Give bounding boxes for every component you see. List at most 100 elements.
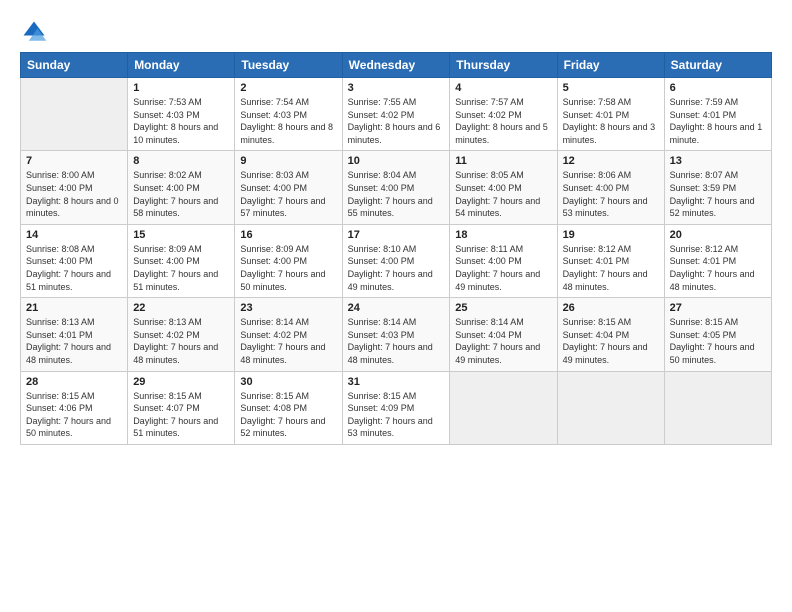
calendar-cell: 31 Sunrise: 8:15 AMSunset: 4:09 PMDayligh…	[342, 371, 450, 444]
calendar-cell	[557, 371, 664, 444]
cell-info: Sunrise: 7:58 AMSunset: 4:01 PMDaylight:…	[563, 96, 659, 146]
day-number: 24	[348, 302, 445, 314]
calendar-cell: 13 Sunrise: 8:07 AMSunset: 3:59 PMDayligh…	[664, 151, 771, 224]
calendar-table: SundayMondayTuesdayWednesdayThursdayFrid…	[20, 52, 772, 445]
cell-info: Sunrise: 8:11 AMSunset: 4:00 PMDaylight:…	[455, 243, 551, 293]
calendar-cell: 11 Sunrise: 8:05 AMSunset: 4:00 PMDayligh…	[450, 151, 557, 224]
calendar-cell: 2 Sunrise: 7:54 AMSunset: 4:03 PMDaylight…	[235, 78, 342, 151]
day-number: 16	[240, 229, 336, 241]
cell-info: Sunrise: 8:15 AMSunset: 4:04 PMDaylight:…	[563, 316, 659, 366]
logo-icon	[20, 18, 48, 46]
cell-info: Sunrise: 8:15 AMSunset: 4:06 PMDaylight:…	[26, 390, 122, 440]
day-number: 28	[26, 376, 122, 388]
week-row-5: 28 Sunrise: 8:15 AMSunset: 4:06 PMDayligh…	[21, 371, 772, 444]
calendar-cell: 18 Sunrise: 8:11 AMSunset: 4:00 PMDayligh…	[450, 224, 557, 297]
logo	[20, 18, 52, 46]
calendar-cell: 27 Sunrise: 8:15 AMSunset: 4:05 PMDayligh…	[664, 298, 771, 371]
day-number: 27	[670, 302, 766, 314]
calendar-cell: 30 Sunrise: 8:15 AMSunset: 4:08 PMDayligh…	[235, 371, 342, 444]
calendar-cell	[450, 371, 557, 444]
col-header-wednesday: Wednesday	[342, 53, 450, 78]
day-number: 11	[455, 155, 551, 167]
day-number: 13	[670, 155, 766, 167]
day-number: 15	[133, 229, 229, 241]
cell-info: Sunrise: 8:13 AMSunset: 4:02 PMDaylight:…	[133, 316, 229, 366]
calendar-cell: 9 Sunrise: 8:03 AMSunset: 4:00 PMDaylight…	[235, 151, 342, 224]
cell-info: Sunrise: 8:02 AMSunset: 4:00 PMDaylight:…	[133, 169, 229, 219]
calendar-cell	[664, 371, 771, 444]
cell-info: Sunrise: 7:54 AMSunset: 4:03 PMDaylight:…	[240, 96, 336, 146]
calendar-cell: 28 Sunrise: 8:15 AMSunset: 4:06 PMDayligh…	[21, 371, 128, 444]
cell-info: Sunrise: 8:06 AMSunset: 4:00 PMDaylight:…	[563, 169, 659, 219]
cell-info: Sunrise: 8:15 AMSunset: 4:05 PMDaylight:…	[670, 316, 766, 366]
col-header-sunday: Sunday	[21, 53, 128, 78]
day-number: 5	[563, 82, 659, 94]
cell-info: Sunrise: 8:08 AMSunset: 4:00 PMDaylight:…	[26, 243, 122, 293]
cell-info: Sunrise: 8:03 AMSunset: 4:00 PMDaylight:…	[240, 169, 336, 219]
day-number: 3	[348, 82, 445, 94]
cell-info: Sunrise: 8:14 AMSunset: 4:03 PMDaylight:…	[348, 316, 445, 366]
col-header-saturday: Saturday	[664, 53, 771, 78]
calendar-cell: 10Sunrise: 8:04 AMSunset: 4:00 PMDayligh…	[342, 151, 450, 224]
calendar-cell: 5 Sunrise: 7:58 AMSunset: 4:01 PMDaylight…	[557, 78, 664, 151]
week-row-1: 1Sunrise: 7:53 AMSunset: 4:03 PMDaylight…	[21, 78, 772, 151]
calendar-cell: 7 Sunrise: 8:00 AMSunset: 4:00 PMDaylight…	[21, 151, 128, 224]
cell-info: Sunrise: 7:57 AMSunset: 4:02 PMDaylight:…	[455, 96, 551, 146]
col-header-friday: Friday	[557, 53, 664, 78]
day-number: 23	[240, 302, 336, 314]
cell-info: Sunrise: 8:00 AMSunset: 4:00 PMDaylight:…	[26, 169, 122, 219]
cell-info: Sunrise: 8:07 AMSunset: 3:59 PMDaylight:…	[670, 169, 766, 219]
cell-info: Sunrise: 8:04 AMSunset: 4:00 PMDaylight:…	[348, 169, 445, 219]
week-row-4: 21 Sunrise: 8:13 AMSunset: 4:01 PMDayligh…	[21, 298, 772, 371]
day-number: 2	[240, 82, 336, 94]
cell-info: Sunrise: 8:12 AMSunset: 4:01 PMDaylight:…	[563, 243, 659, 293]
cell-info: Sunrise: 8:12 AMSunset: 4:01 PMDaylight:…	[670, 243, 766, 293]
day-number: 1	[133, 82, 229, 94]
calendar-cell: 6Sunrise: 7:59 AMSunset: 4:01 PMDaylight…	[664, 78, 771, 151]
day-number: 19	[563, 229, 659, 241]
day-number: 26	[563, 302, 659, 314]
week-row-2: 7 Sunrise: 8:00 AMSunset: 4:00 PMDaylight…	[21, 151, 772, 224]
calendar-cell: 3 Sunrise: 7:55 AMSunset: 4:02 PMDaylight…	[342, 78, 450, 151]
page: SundayMondayTuesdayWednesdayThursdayFrid…	[0, 0, 792, 612]
day-number: 25	[455, 302, 551, 314]
calendar-cell: 22Sunrise: 8:13 AMSunset: 4:02 PMDayligh…	[128, 298, 235, 371]
calendar-header-row: SundayMondayTuesdayWednesdayThursdayFrid…	[21, 53, 772, 78]
cell-info: Sunrise: 8:14 AMSunset: 4:02 PMDaylight:…	[240, 316, 336, 366]
calendar-cell: 1Sunrise: 7:53 AMSunset: 4:03 PMDaylight…	[128, 78, 235, 151]
calendar-cell	[21, 78, 128, 151]
calendar-cell: 26 Sunrise: 8:15 AMSunset: 4:04 PMDayligh…	[557, 298, 664, 371]
cell-info: Sunrise: 8:15 AMSunset: 4:08 PMDaylight:…	[240, 390, 336, 440]
cell-info: Sunrise: 8:09 AMSunset: 4:00 PMDaylight:…	[133, 243, 229, 293]
calendar-cell: 17Sunrise: 8:10 AMSunset: 4:00 PMDayligh…	[342, 224, 450, 297]
cell-info: Sunrise: 8:13 AMSunset: 4:01 PMDaylight:…	[26, 316, 122, 366]
day-number: 7	[26, 155, 122, 167]
day-number: 6	[670, 82, 766, 94]
header	[20, 18, 772, 46]
col-header-monday: Monday	[128, 53, 235, 78]
day-number: 30	[240, 376, 336, 388]
calendar-cell: 8 Sunrise: 8:02 AMSunset: 4:00 PMDaylight…	[128, 151, 235, 224]
cell-info: Sunrise: 8:09 AMSunset: 4:00 PMDaylight:…	[240, 243, 336, 293]
col-header-tuesday: Tuesday	[235, 53, 342, 78]
day-number: 20	[670, 229, 766, 241]
calendar-cell: 25Sunrise: 8:14 AMSunset: 4:04 PMDayligh…	[450, 298, 557, 371]
calendar-cell: 19 Sunrise: 8:12 AMSunset: 4:01 PMDayligh…	[557, 224, 664, 297]
day-number: 18	[455, 229, 551, 241]
day-number: 9	[240, 155, 336, 167]
cell-info: Sunrise: 8:15 AMSunset: 4:07 PMDaylight:…	[133, 390, 229, 440]
cell-info: Sunrise: 8:05 AMSunset: 4:00 PMDaylight:…	[455, 169, 551, 219]
week-row-3: 14Sunrise: 8:08 AMSunset: 4:00 PMDayligh…	[21, 224, 772, 297]
calendar-cell: 29 Sunrise: 8:15 AMSunset: 4:07 PMDayligh…	[128, 371, 235, 444]
calendar-cell: 14Sunrise: 8:08 AMSunset: 4:00 PMDayligh…	[21, 224, 128, 297]
calendar-cell: 15 Sunrise: 8:09 AMSunset: 4:00 PMDayligh…	[128, 224, 235, 297]
cell-info: Sunrise: 7:55 AMSunset: 4:02 PMDaylight:…	[348, 96, 445, 146]
day-number: 21	[26, 302, 122, 314]
day-number: 4	[455, 82, 551, 94]
day-number: 31	[348, 376, 445, 388]
col-header-thursday: Thursday	[450, 53, 557, 78]
day-number: 17	[348, 229, 445, 241]
day-number: 29	[133, 376, 229, 388]
day-number: 8	[133, 155, 229, 167]
cell-info: Sunrise: 8:15 AMSunset: 4:09 PMDaylight:…	[348, 390, 445, 440]
